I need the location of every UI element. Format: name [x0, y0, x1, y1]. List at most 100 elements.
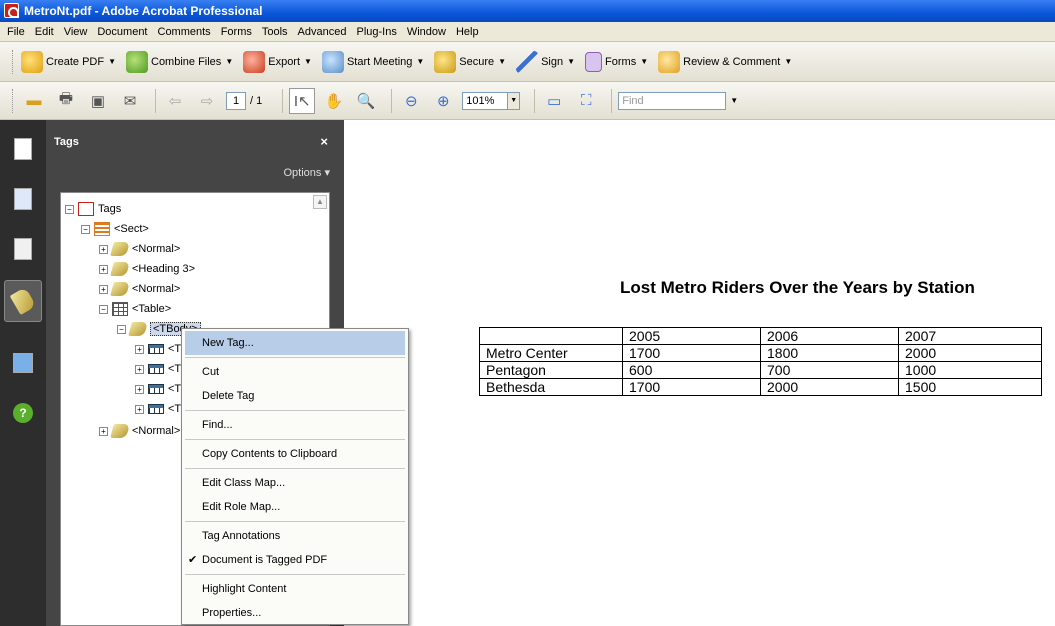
- sign-button[interactable]: Sign ▼: [516, 50, 575, 73]
- menu-forms[interactable]: Forms: [216, 26, 257, 38]
- save-icon[interactable]: ▣: [85, 88, 111, 114]
- pages-icon[interactable]: [8, 134, 38, 164]
- lock-icon: [434, 50, 457, 73]
- table-row: Bethesda 1700 2000 1500: [479, 378, 1042, 396]
- bookmarks-icon[interactable]: [8, 184, 38, 214]
- dropdown-arrow-icon: ▼: [416, 57, 425, 66]
- table-cell: 600: [622, 361, 761, 379]
- table-cell: 1700: [622, 378, 761, 396]
- find-dropdown-icon[interactable]: ▼: [730, 96, 738, 105]
- table-cell: 700: [760, 361, 899, 379]
- collapse-icon[interactable]: −: [81, 224, 90, 234]
- collapse-icon[interactable]: −: [99, 304, 108, 314]
- signatures-icon[interactable]: [8, 234, 38, 264]
- create-pdf-button[interactable]: Create PDF ▼: [21, 50, 116, 73]
- table-cell: 2007: [898, 327, 1042, 345]
- email-icon[interactable]: ✉: [117, 88, 143, 114]
- fit-page-icon[interactable]: ⛶: [573, 88, 599, 114]
- expand-icon[interactable]: +: [99, 264, 108, 274]
- table-cell: 1800: [760, 344, 899, 362]
- expand-icon[interactable]: +: [135, 364, 144, 374]
- find-input[interactable]: Find: [618, 91, 727, 110]
- menu-item-edit-role-map[interactable]: Edit Role Map...: [182, 495, 408, 519]
- tree-node-tr[interactable]: + <T: [135, 359, 181, 379]
- fit-width-icon[interactable]: ▭: [541, 88, 567, 114]
- tree-node-sect[interactable]: − <Sect>: [81, 219, 149, 239]
- scroll-up-icon[interactable]: ▲: [313, 195, 327, 209]
- options-menu-button[interactable]: Options ▾: [284, 166, 331, 179]
- next-page-icon[interactable]: ⇨: [194, 88, 220, 114]
- secure-button[interactable]: Secure ▼: [434, 50, 506, 73]
- toolbar-grip[interactable]: [12, 88, 15, 113]
- tree-node-normal[interactable]: + <Normal>: [99, 421, 180, 441]
- zoom-out-icon[interactable]: ⊖: [398, 88, 424, 114]
- tags-icon[interactable]: [4, 280, 42, 322]
- menu-separator: [185, 439, 405, 440]
- model-tree-icon[interactable]: [8, 348, 38, 378]
- combine-files-button[interactable]: Combine Files ▼: [126, 50, 233, 73]
- tree-node-tr[interactable]: + <T: [135, 339, 181, 359]
- toolbar-grip[interactable]: [12, 49, 15, 74]
- menu-item-cut[interactable]: Cut: [182, 360, 408, 384]
- menu-help[interactable]: Help: [451, 26, 484, 38]
- tree-node-tags-root[interactable]: − Tags: [65, 199, 121, 219]
- table-cell: Bethesda: [479, 378, 623, 396]
- tree-node-table[interactable]: − <Table>: [99, 299, 171, 319]
- tree-node-tr[interactable]: + <T: [135, 379, 181, 399]
- menu-comments[interactable]: Comments: [153, 26, 216, 38]
- document-pane[interactable]: Lost Metro Riders Over the Years by Stat…: [344, 120, 1055, 626]
- menu-view[interactable]: View: [59, 26, 93, 38]
- menu-item-find[interactable]: Find...: [182, 413, 408, 437]
- review-comment-button[interactable]: Review & Comment ▼: [658, 50, 792, 73]
- expand-icon[interactable]: +: [135, 404, 144, 414]
- pdf-tags-icon: [78, 202, 94, 216]
- hand-tool-icon[interactable]: ✋: [321, 88, 347, 114]
- menu-item-copy-contents[interactable]: Copy Contents to Clipboard: [182, 442, 408, 466]
- dropdown-arrow-icon: ▼: [640, 57, 649, 66]
- menu-item-tag-annotations[interactable]: Tag Annotations: [182, 524, 408, 548]
- pen-icon: [516, 50, 539, 73]
- context-menu: New Tag... Cut Delete Tag Find... Copy C…: [181, 328, 409, 625]
- tree-node-heading3[interactable]: + <Heading 3>: [99, 259, 195, 279]
- forms-button[interactable]: Forms ▼: [585, 51, 649, 72]
- tree-node-normal[interactable]: + <Normal>: [99, 239, 180, 259]
- tags-panel-title: Tags: [54, 136, 79, 148]
- menu-item-edit-class-map[interactable]: Edit Class Map...: [182, 471, 408, 495]
- help-icon[interactable]: ?: [8, 398, 38, 428]
- open-folder-icon[interactable]: ▬: [21, 88, 47, 114]
- menu-edit[interactable]: Edit: [30, 26, 59, 38]
- menu-advanced[interactable]: Advanced: [293, 26, 352, 38]
- expand-icon[interactable]: +: [135, 384, 144, 394]
- collapse-icon[interactable]: −: [65, 204, 74, 214]
- menu-tools[interactable]: Tools: [257, 26, 293, 38]
- zoom-level-input[interactable]: 101%: [462, 91, 509, 110]
- menu-item-delete-tag[interactable]: Delete Tag: [182, 384, 408, 408]
- menu-document[interactable]: Document: [92, 26, 152, 38]
- start-meeting-button[interactable]: Start Meeting ▼: [321, 50, 425, 73]
- zoom-tool-icon[interactable]: 🔍: [353, 88, 379, 114]
- page-number-input[interactable]: 1: [226, 91, 246, 110]
- expand-icon[interactable]: +: [99, 244, 108, 254]
- menu-item-properties[interactable]: Properties...: [182, 601, 408, 625]
- menu-item-new-tag[interactable]: New Tag...: [185, 331, 405, 355]
- print-icon[interactable]: 🖶: [53, 88, 79, 114]
- tree-node-tr[interactable]: + <T: [135, 399, 181, 419]
- window-title: MetroNt.pdf - Adobe Acrobat Professional: [24, 4, 263, 18]
- export-button[interactable]: Export ▼: [243, 50, 312, 73]
- select-tool-icon[interactable]: I↖: [289, 87, 316, 114]
- close-icon[interactable]: ×: [320, 134, 328, 149]
- expand-icon[interactable]: +: [99, 426, 108, 436]
- expand-icon[interactable]: +: [99, 284, 108, 294]
- collapse-icon[interactable]: −: [117, 324, 126, 334]
- tree-node-normal[interactable]: + <Normal>: [99, 279, 180, 299]
- menu-item-document-tagged[interactable]: ✔ Document is Tagged PDF: [182, 548, 408, 572]
- menu-file[interactable]: File: [2, 26, 30, 38]
- menu-window[interactable]: Window: [402, 26, 451, 38]
- expand-icon[interactable]: +: [135, 344, 144, 354]
- tag-icon: [110, 282, 130, 296]
- zoom-dropdown-icon[interactable]: ▼: [508, 91, 521, 110]
- previous-page-icon[interactable]: ⇦: [162, 88, 188, 114]
- zoom-in-icon[interactable]: ⊕: [430, 88, 456, 114]
- menu-plugins[interactable]: Plug-Ins: [351, 26, 401, 38]
- menu-item-highlight-content[interactable]: Highlight Content: [182, 577, 408, 601]
